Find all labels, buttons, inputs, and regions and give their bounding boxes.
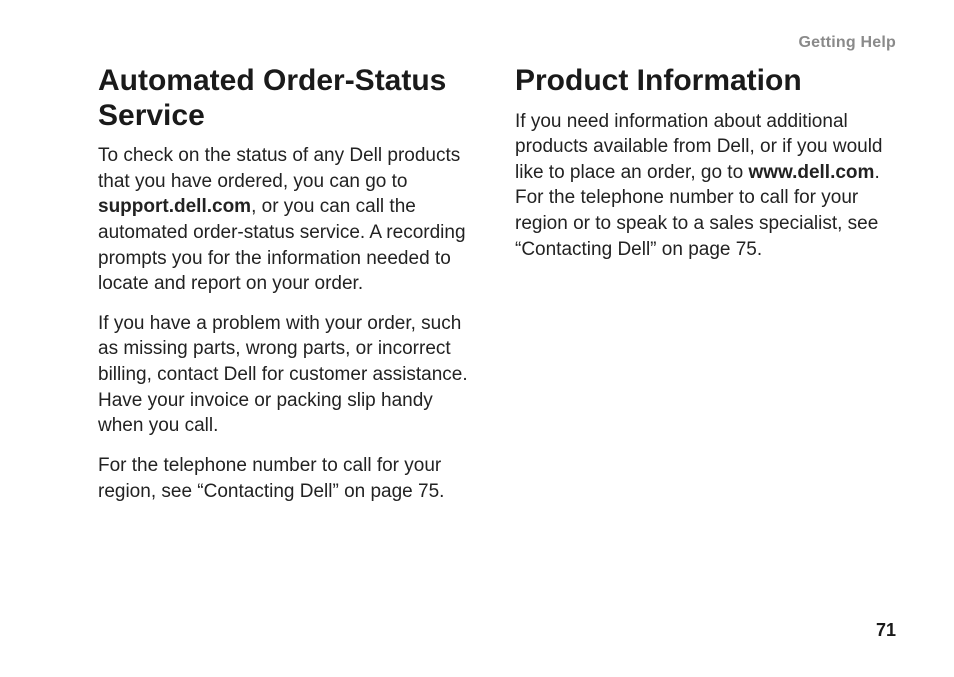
page-number: 71 <box>876 620 896 641</box>
paragraph: If you have a problem with your order, s… <box>98 311 479 439</box>
two-column-layout: Automated Order-Status Service To check … <box>98 64 896 518</box>
section-title-product-info: Product Information <box>515 64 896 99</box>
bold-url: www.dell.com <box>748 162 874 183</box>
paragraph: To check on the status of any Dell produ… <box>98 143 479 297</box>
bold-url: support.dell.com <box>98 196 251 217</box>
paragraph: If you need information about additional… <box>515 109 896 263</box>
paragraph: For the telephone number to call for you… <box>98 453 479 504</box>
text-run: To check on the status of any Dell produ… <box>98 145 460 192</box>
document-page: Getting Help Automated Order-Status Serv… <box>0 0 954 677</box>
right-column: Product Information If you need informat… <box>515 64 896 518</box>
left-column: Automated Order-Status Service To check … <box>98 64 479 518</box>
section-title-order-status: Automated Order-Status Service <box>98 64 479 133</box>
running-head: Getting Help <box>798 34 896 52</box>
